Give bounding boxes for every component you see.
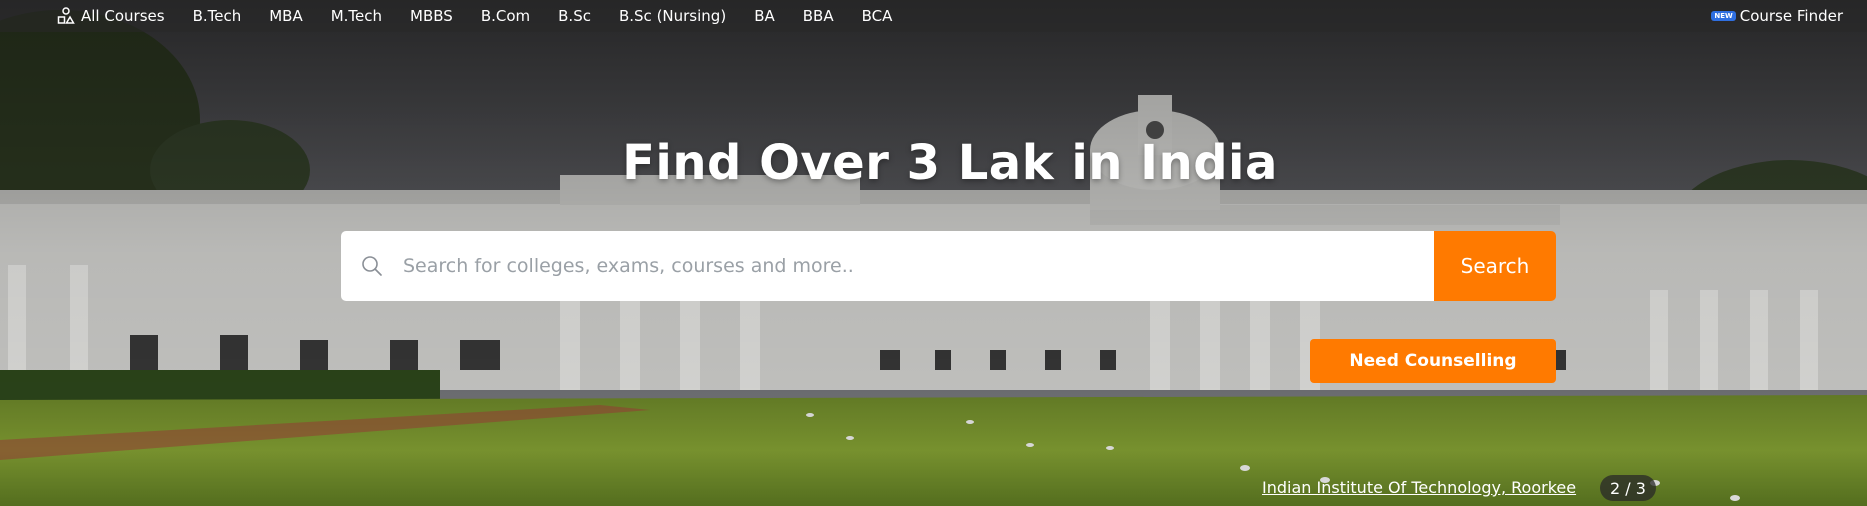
nav-item-mba[interactable]: MBA — [269, 7, 303, 25]
nav-all-courses-label: All Courses — [81, 7, 165, 25]
search-icon — [361, 255, 383, 277]
course-nav-list: All Courses B.Tech MBA M.Tech MBBS B.Com… — [57, 7, 920, 25]
course-grid-icon — [57, 7, 75, 24]
nav-item-bca[interactable]: BCA — [862, 7, 893, 25]
course-finder-label: Course Finder — [1739, 7, 1843, 25]
slide-caption-link[interactable]: Indian Institute Of Technology, Roorkee — [1262, 478, 1576, 497]
nav-item-bcom[interactable]: B.Com — [481, 7, 530, 25]
search-button[interactable]: Search — [1434, 231, 1556, 301]
course-nav-bar: All Courses B.Tech MBA M.Tech MBBS B.Com… — [0, 0, 1867, 32]
nav-item-mtech[interactable]: M.Tech — [331, 7, 382, 25]
nav-item-bba[interactable]: BBA — [803, 7, 834, 25]
slide-counter: 2 / 3 — [1600, 475, 1656, 501]
need-counselling-button[interactable]: Need Counselling — [1310, 339, 1556, 383]
nav-all-courses[interactable]: All Courses — [57, 7, 165, 25]
hero-title: Find Over 3 Lak in India — [622, 135, 1278, 191]
course-finder-link[interactable]: NEW Course Finder — [1711, 0, 1843, 32]
nav-item-btech[interactable]: B.Tech — [193, 7, 242, 25]
search-input[interactable] — [401, 254, 1434, 278]
nav-item-mbbs[interactable]: MBBS — [410, 7, 453, 25]
nav-item-bsc[interactable]: B.Sc — [558, 7, 591, 25]
search-box — [341, 231, 1434, 301]
nav-item-ba[interactable]: BA — [754, 7, 775, 25]
nav-item-bsc-nursing[interactable]: B.Sc (Nursing) — [619, 7, 726, 25]
new-badge: NEW — [1711, 11, 1736, 21]
